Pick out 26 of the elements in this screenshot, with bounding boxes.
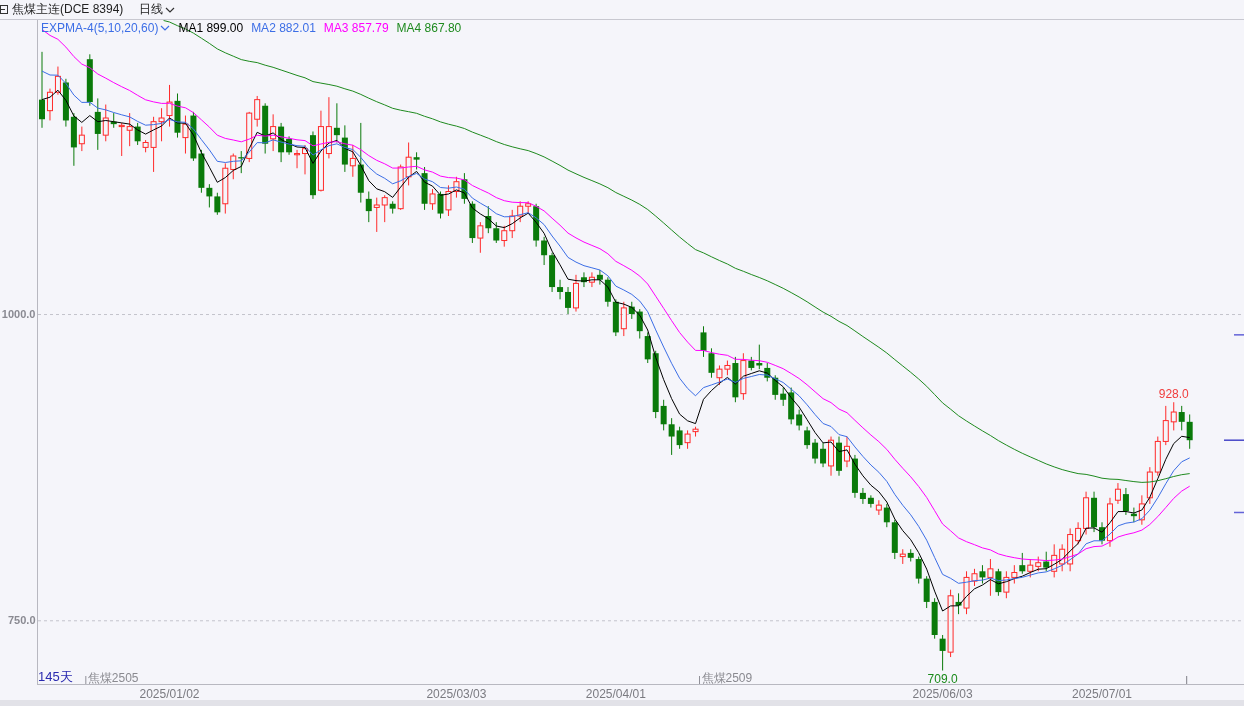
x-axis-label: 2025/03/03: [426, 687, 487, 700]
x-axis-label: 2025/06/03: [912, 687, 973, 700]
contract-label: 焦煤2505: [85, 671, 139, 685]
y-axis-label: 750.0: [7, 614, 36, 627]
high-price-label: 928.0: [1158, 387, 1189, 402]
last-price-marker: [1224, 439, 1244, 441]
legend-item: MA2 882.01: [251, 21, 316, 35]
indicator-dropdown[interactable]: EXPMA-4(5,10,20,60): [41, 21, 171, 35]
price-level-marker: [1234, 511, 1244, 514]
legend-item: MA3 857.79: [323, 21, 389, 35]
x-axis-label: 2025/07/01: [1072, 687, 1133, 700]
price-level-marker: [1234, 334, 1244, 336]
legend-item: MA4 867.80: [396, 21, 462, 35]
x-axis-label: 2025/04/01: [585, 687, 646, 700]
legend-item: MA1 899.00: [178, 21, 244, 35]
instrument-title: 焦煤主连(DCE 8394): [12, 1, 124, 18]
panel-toggle-icon[interactable]: [0, 5, 8, 14]
current-bar-tick: [1186, 676, 1188, 684]
chevron-down-icon: [165, 6, 176, 13]
contract-label: 焦煤2509: [699, 671, 753, 685]
low-price-label: 709.0: [927, 671, 958, 686]
bar-count-label: 145天: [38, 669, 73, 684]
chevron-down-icon: [160, 25, 171, 31]
y-axis-label: 1000.0: [1, 308, 36, 320]
x-axis-label: 2025/01/02: [139, 687, 200, 700]
period-dropdown[interactable]: 日线: [137, 1, 178, 18]
